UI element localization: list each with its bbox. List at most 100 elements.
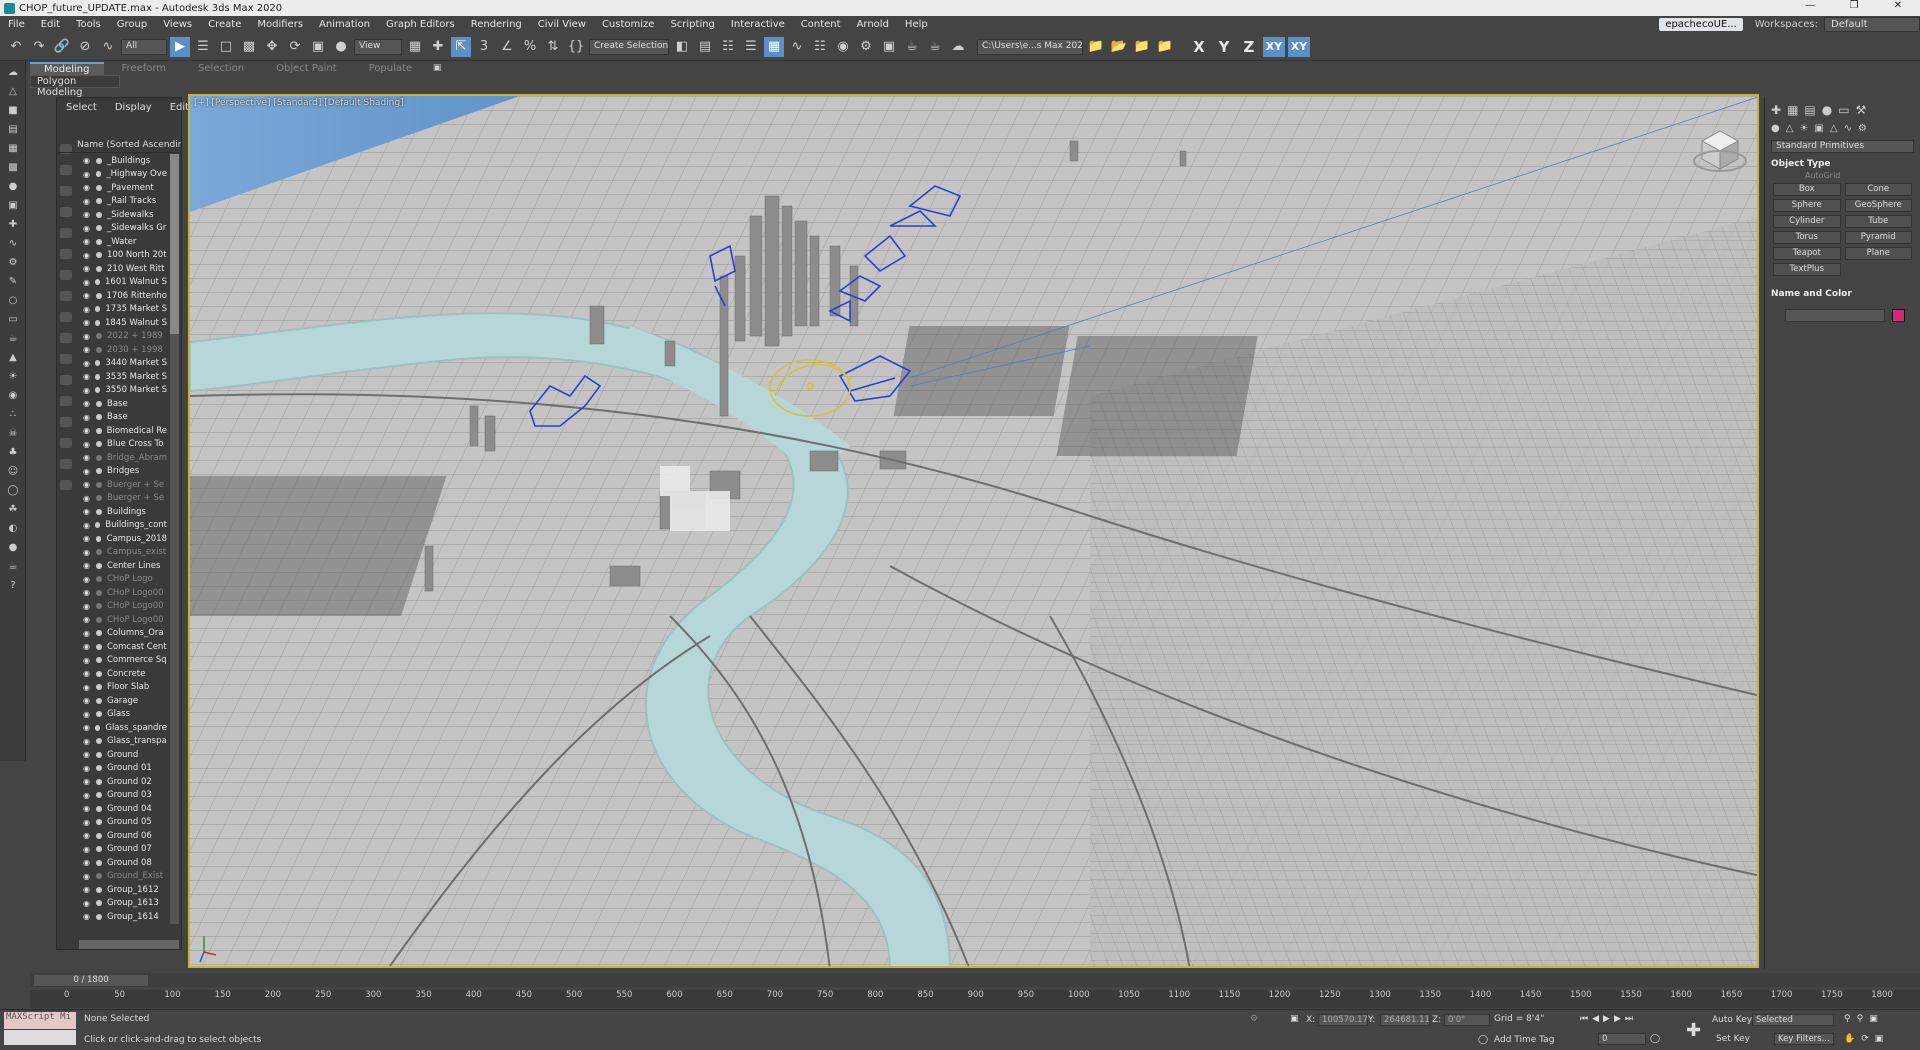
maxscript-listener-input[interactable]: MAXScript Mi <box>4 1012 76 1029</box>
menu-scripting[interactable]: Scripting <box>662 19 722 30</box>
freeze-toggle-icon[interactable] <box>96 211 102 218</box>
scene-object-row[interactable]: ◉ Bridge_Abram <box>71 451 167 465</box>
freeze-toggle-icon[interactable] <box>96 508 102 515</box>
curve-editor-icon[interactable]: ∿ <box>787 37 807 57</box>
freeze-toggle-icon[interactable] <box>96 859 102 866</box>
undo-icon[interactable]: ↶ <box>6 37 26 57</box>
menu-content[interactable]: Content <box>793 19 849 30</box>
layer-explorer-icon[interactable]: ☰ <box>741 37 761 57</box>
tab-freeform[interactable]: Freeform <box>108 63 181 74</box>
visibility-eye-icon[interactable]: ◉ <box>83 885 93 894</box>
axis-z-button[interactable]: Z <box>1238 38 1260 56</box>
place-icon[interactable]: ● <box>331 37 351 57</box>
scene-object-row[interactable]: ◉ Ground 07 <box>71 843 167 857</box>
current-frame-field[interactable]: 0 <box>1598 1033 1646 1045</box>
visibility-eye-icon[interactable]: ◉ <box>83 858 93 867</box>
scene-object-row[interactable]: ◉ _Pavement <box>71 181 167 195</box>
render-setup-icon[interactable]: ⚙ <box>856 37 876 57</box>
angle-snap-icon[interactable]: ∠ <box>497 37 517 57</box>
scene-explorer-icon[interactable]: △ <box>5 85 21 99</box>
visibility-eye-icon[interactable]: ◉ <box>83 521 92 530</box>
freeze-toggle-icon[interactable] <box>96 346 102 353</box>
cylinder-button[interactable]: Cylinder <box>1773 215 1841 228</box>
freeze-toggle-icon[interactable] <box>96 265 102 272</box>
scene-object-row[interactable]: ◉ Campus_2018 <box>71 532 167 546</box>
orbit-icon[interactable]: ⟳ <box>1861 1034 1875 1044</box>
sphere-button[interactable]: Sphere <box>1773 199 1841 212</box>
visibility-eye-icon[interactable]: ◉ <box>83 791 93 800</box>
track-bar[interactable]: 0 50 100 150 200 250 300 350 400 450 500 550 600 650 7… <box>30 990 1920 1008</box>
go-to-start-icon[interactable]: ⏮ <box>1580 1014 1592 1024</box>
scene-object-row[interactable]: ◉ Buerger + Se <box>71 492 167 506</box>
scene-object-row[interactable]: ◉ 2030 + 1998 <box>71 343 167 357</box>
isolate-selection-icon[interactable]: ⚙ <box>1250 1014 1258 1024</box>
freeze-toggle-icon[interactable] <box>96 832 102 839</box>
scene-object-row[interactable]: ◉ Commerce Sq <box>71 654 167 668</box>
minimize-icon[interactable]: — <box>1788 0 1832 11</box>
visibility-eye-icon[interactable]: ◉ <box>83 386 92 395</box>
ribbon-toggle-icon[interactable]: ▦ <box>764 36 784 57</box>
grid-icon[interactable]: ▦ <box>5 142 21 156</box>
foliage-icon[interactable]: ☘ <box>5 503 21 517</box>
freeze-toggle-icon[interactable] <box>96 792 102 799</box>
system-icon[interactable]: ⚙ <box>5 256 21 270</box>
go-to-end-icon[interactable]: ⏭ <box>1625 1014 1637 1024</box>
rendered-frame-window-icon[interactable]: ▣ <box>879 37 899 57</box>
scene-object-row[interactable]: ◉ Columns_Ora <box>71 627 167 641</box>
visibility-eye-icon[interactable]: ◉ <box>83 426 93 435</box>
visibility-eye-icon[interactable]: ◉ <box>83 669 93 678</box>
schematic-view-icon[interactable]: ☷ <box>810 37 830 57</box>
scene-object-row[interactable]: ◉ Ground 01 <box>71 762 167 776</box>
menu-customize[interactable]: Customize <box>594 19 663 30</box>
pivot-center-icon[interactable]: ▦ <box>405 37 425 57</box>
previous-frame-icon[interactable]: ◀ <box>1592 1014 1603 1024</box>
axis-xy-button[interactable]: XY <box>1263 36 1285 57</box>
globe-icon[interactable]: ◯ <box>5 484 21 498</box>
visibility-eye-icon[interactable]: ◉ <box>83 183 93 192</box>
character-icon[interactable]: ☺ <box>5 465 21 479</box>
zoom-extents-icon[interactable]: ▣ <box>1869 1014 1884 1024</box>
visibility-eye-icon[interactable]: ◉ <box>83 602 93 611</box>
object-type-rollout[interactable]: Object Type <box>1771 159 1914 169</box>
visibility-eye-icon[interactable]: ◉ <box>83 845 93 854</box>
visibility-eye-icon[interactable]: ◉ <box>83 494 93 503</box>
torus-button[interactable]: Torus <box>1773 231 1841 244</box>
render-iterative-icon[interactable]: ☕ <box>925 37 945 57</box>
freeze-toggle-icon[interactable] <box>96 184 102 191</box>
visibility-eye-icon[interactable]: ◉ <box>83 224 93 233</box>
name-and-color-rollout[interactable]: Name and Color <box>1771 289 1914 299</box>
visibility-eye-icon[interactable]: ◉ <box>83 548 93 557</box>
close-icon[interactable]: ✕ <box>1876 0 1920 11</box>
restore-icon[interactable]: ❐ <box>1832 0 1876 11</box>
select-manipulate-icon[interactable]: ✚ <box>428 37 448 57</box>
visibility-eye-icon[interactable]: ◉ <box>83 683 93 692</box>
shapes-icon[interactable]: △ <box>1786 123 1794 134</box>
perspective-viewport[interactable] <box>188 94 1759 968</box>
object-color-swatch[interactable] <box>1892 309 1905 322</box>
zoom-icon[interactable]: ⚲ <box>1844 1014 1857 1024</box>
visibility-eye-icon[interactable]: ◉ <box>83 440 93 449</box>
add-time-tag-button[interactable]: Add Time Tag <box>1494 1035 1554 1045</box>
scene-object-row[interactable]: ◉ _Buildings <box>71 154 167 168</box>
plane-button[interactable]: Plane <box>1844 247 1912 260</box>
visibility-eye-icon[interactable]: ◉ <box>83 629 93 638</box>
scene-object-row[interactable]: ◉ 3440 Market S <box>71 357 167 371</box>
spinner-snap-icon[interactable]: ⇅ <box>543 37 563 57</box>
freeze-toggle-icon[interactable] <box>94 319 101 326</box>
visibility-eye-icon[interactable]: ◉ <box>83 534 93 543</box>
scene-object-row[interactable]: ◉ Ground 05 <box>71 816 167 830</box>
freeze-toggle-icon[interactable] <box>96 468 102 475</box>
menu-group[interactable]: Group <box>109 19 155 30</box>
percent-snap-icon[interactable]: % <box>520 37 540 57</box>
camera-icon[interactable]: ▣ <box>5 199 21 213</box>
visibility-eye-icon[interactable]: ◉ <box>83 912 93 921</box>
tab-populate[interactable]: Populate <box>355 63 426 74</box>
tube-button[interactable]: Tube <box>1844 215 1912 228</box>
scene-object-row[interactable]: ◉ CHoP Logo <box>71 573 167 587</box>
menu-animation[interactable]: Animation <box>311 19 378 30</box>
polygon-modeling-panel[interactable]: Polygon Modeling <box>30 75 120 98</box>
scene-object-row[interactable]: ◉ Campus_exist <box>71 546 167 560</box>
x-coord-field[interactable]: 100570.17 <box>1318 1014 1368 1026</box>
time-slider[interactable]: 0 / 1800 <box>34 975 148 986</box>
freeze-toggle-icon[interactable] <box>96 198 102 205</box>
